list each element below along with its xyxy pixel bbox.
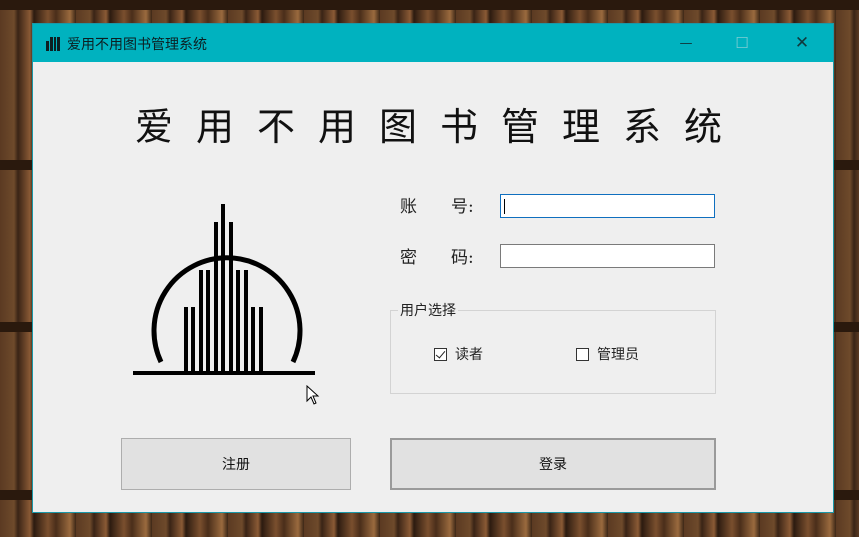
maximize-button[interactable]: ☐: [719, 24, 765, 62]
close-icon: ✕: [794, 33, 810, 53]
maximize-icon: ☐: [735, 34, 749, 52]
reader-checkbox-label: 读者: [455, 347, 483, 363]
checkbox-unchecked-icon: [576, 347, 589, 361]
checkbox-checked-icon: [434, 347, 447, 361]
app-heading: 爱用不用图书管理系统: [134, 105, 745, 149]
password-input[interactable]: [500, 244, 715, 268]
account-label: 账 号:: [400, 197, 474, 217]
text-caret: [504, 199, 505, 214]
login-button-label: 登录: [539, 457, 567, 473]
title-bar[interactable]: 爱用不用图书管理系统 — ☐ ✕: [33, 24, 833, 62]
login-button[interactable]: 登录: [390, 438, 716, 490]
register-button[interactable]: 注册: [121, 438, 351, 490]
user-select-legend: 用户选择: [398, 300, 458, 320]
account-input[interactable]: [500, 194, 715, 218]
admin-checkbox-label: 管理员: [597, 347, 639, 363]
library-logo: [133, 204, 315, 375]
window-title: 爱用不用图书管理系统: [67, 37, 207, 53]
close-button[interactable]: ✕: [779, 24, 825, 62]
minimize-button[interactable]: —: [663, 24, 709, 62]
app-icon: [46, 37, 60, 51]
reader-checkbox[interactable]: 读者: [434, 344, 483, 364]
bookshelf-band: [0, 0, 859, 10]
register-button-label: 注册: [222, 457, 250, 473]
mouse-cursor-icon: [306, 385, 320, 405]
minimize-icon: —: [679, 35, 693, 51]
password-label: 密 码:: [400, 248, 474, 268]
login-window: 爱用不用图书管理系统 — ☐ ✕ 爱用不用图书管理系统 账 号: 密 码: 用户…: [33, 24, 833, 512]
admin-checkbox[interactable]: 管理员: [576, 344, 639, 364]
